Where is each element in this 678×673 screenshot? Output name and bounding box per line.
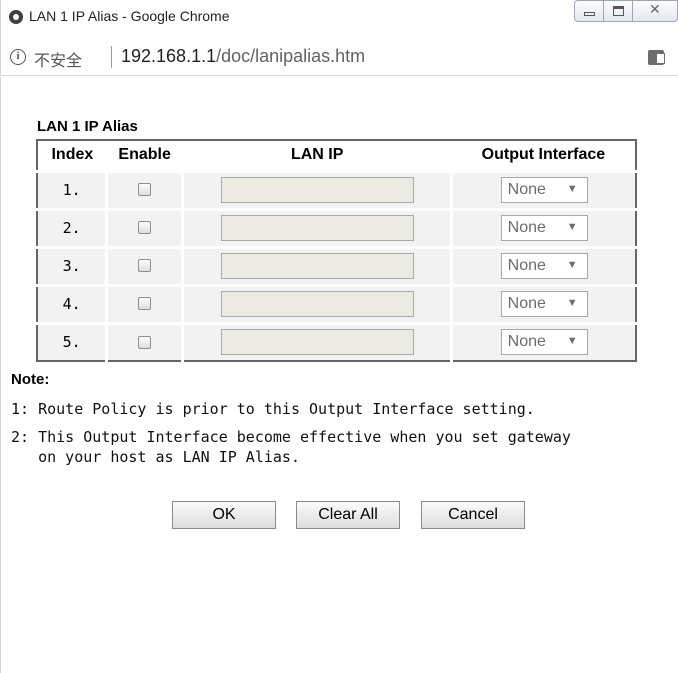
output-interface-value: None [507,219,546,236]
column-header-enable: Enable [106,140,183,171]
dropdown-arrow-icon: ▼ [566,335,578,348]
clear-all-button[interactable]: Clear All [296,501,400,529]
url-path: /doc/lanipalias.htm [216,46,366,66]
address-separator [111,46,112,68]
enable-checkbox[interactable] [138,221,152,235]
close-icon: ✕ [649,2,661,18]
column-header-index: Index [37,140,107,171]
address-bar[interactable]: i 不安全 192.168.1.1/doc/lanipalias.htm [0,40,678,76]
output-interface-select[interactable]: None ▼ [500,329,588,356]
dropdown-arrow-icon: ▼ [566,259,578,271]
lan-ip-input[interactable] [220,329,414,356]
dropdown-arrow-icon: ▼ [566,221,578,233]
table-row: 2. None ▼ [37,207,636,247]
note-title: Note: [11,371,50,388]
row-index: 3. [37,245,107,285]
row-index: 4. [37,283,107,323]
note-text-2: 2: This Output Interface become effectiv… [11,428,571,466]
ip-alias-table: Index Enable LAN IP Output Interface 1. … [36,139,637,362]
column-header-output-interface: Output Interface [451,140,636,171]
url-text[interactable]: 192.168.1.1/doc/lanipalias.htm [121,46,365,67]
lan-ip-input[interactable] [220,253,414,279]
table-row: 5. None ▼ [37,321,636,361]
minimize-button[interactable] [574,0,604,22]
maximize-icon [613,6,624,16]
window-titlebar: LAN 1 IP Alias - Google Chrome ✕ [0,0,678,40]
page-content: LAN 1 IP Alias Index Enable LAN IP Outpu… [0,77,678,673]
lan-ip-input[interactable] [220,177,414,203]
cancel-button[interactable]: Cancel [421,501,525,529]
window-title: LAN 1 IP Alias - Google Chrome [29,8,230,24]
maximize-button[interactable] [603,0,633,22]
enable-checkbox[interactable] [138,335,152,349]
enable-checkbox[interactable] [138,259,152,273]
lan-ip-input[interactable] [220,291,414,317]
table-row: 3. None ▼ [37,245,636,285]
security-status[interactable]: 不安全 [34,47,82,71]
output-interface-value: None [507,295,546,312]
row-index: 1. [37,169,107,209]
output-interface-value: None [507,257,546,274]
ok-button[interactable]: OK [172,501,276,529]
enable-checkbox[interactable] [138,297,152,311]
row-index: 2. [37,207,107,247]
lan-ip-input[interactable] [220,215,414,241]
close-button[interactable]: ✕ [632,0,678,22]
output-interface-select[interactable]: None ▼ [500,291,588,317]
table-row: 1. None ▼ [37,169,636,209]
output-interface-select[interactable]: None ▼ [500,215,588,241]
row-index: 5. [37,321,107,361]
enable-checkbox[interactable] [138,183,152,197]
output-interface-select[interactable]: None ▼ [500,177,588,203]
url-host: 192.168.1.1 [121,46,217,66]
dropdown-arrow-icon: ▼ [566,297,578,309]
output-interface-value: None [507,333,546,351]
output-interface-select[interactable]: None ▼ [500,253,588,279]
info-icon[interactable]: i [10,49,26,65]
page-title: LAN 1 IP Alias [37,118,138,135]
table-row: 4. None ▼ [37,283,636,323]
translate-icon[interactable] [648,50,665,65]
note-text-1: 1: Route Policy is prior to this Output … [11,400,535,418]
dropdown-arrow-icon: ▼ [566,183,578,195]
window-controls: ✕ [574,0,678,24]
chrome-icon [9,10,23,24]
output-interface-value: None [507,181,546,198]
column-header-lan-ip: LAN IP [182,140,452,171]
minimize-icon [584,12,595,16]
